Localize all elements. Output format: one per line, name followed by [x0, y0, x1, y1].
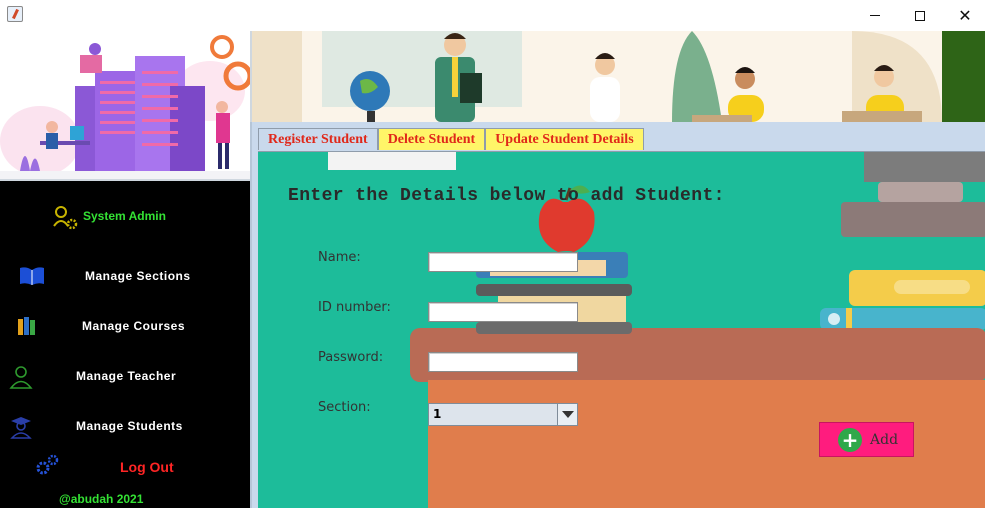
chevron-down-icon — [561, 411, 574, 418]
minimize-icon — [870, 15, 880, 16]
copyright-text: @abudah 2021 — [59, 492, 144, 506]
section-label: Section: — [318, 400, 371, 415]
student-icon — [10, 417, 32, 439]
tab-update-student-details[interactable]: Update Student Details — [485, 128, 644, 150]
book-icon — [20, 267, 44, 285]
teacher-icon — [9, 366, 33, 389]
minimize-button[interactable] — [852, 0, 898, 31]
add-button-label: Add — [870, 431, 899, 448]
maximize-icon — [915, 10, 925, 21]
sidebar-item-manage-students[interactable]: Manage Students — [76, 419, 183, 433]
title-bar: ✕ — [0, 0, 985, 31]
classroom-illustration — [252, 31, 985, 122]
close-button[interactable]: ✕ — [942, 0, 985, 31]
add-button[interactable]: + Add — [819, 422, 914, 457]
sidebar-item-manage-sections[interactable]: Manage Sections — [85, 269, 191, 283]
logout-button[interactable]: Log Out — [120, 459, 174, 475]
tab-register-student[interactable]: Register Student — [258, 128, 378, 150]
sidebar-illustration — [0, 31, 250, 181]
section-dropdown-button[interactable] — [557, 404, 577, 425]
tab-delete-student[interactable]: Delete Student — [377, 128, 486, 150]
name-label: Name: — [318, 250, 361, 265]
close-icon: ✕ — [958, 6, 972, 25]
system-admin-label: System Admin — [83, 209, 166, 223]
section-select[interactable]: 1 — [428, 403, 578, 426]
sidebar-item-manage-teacher[interactable]: Manage Teacher — [76, 369, 176, 383]
main-panel: Register Student Delete Student Update S… — [250, 122, 985, 508]
id-number-input[interactable] — [428, 302, 578, 322]
tab-strip: Register Student Delete Student Update S… — [258, 128, 644, 150]
sidebar: System Admin Manage Sections Manage Cour… — [0, 181, 250, 508]
id-number-label: ID number: — [318, 300, 391, 315]
register-student-panel: Enter the Details below to add Student: … — [258, 151, 985, 508]
java-app-icon — [7, 6, 23, 22]
maximize-button[interactable] — [897, 0, 943, 31]
data-center-illustration — [0, 35, 250, 179]
password-input[interactable] — [428, 352, 578, 372]
form-heading: Enter the Details below to add Student: — [288, 186, 725, 206]
section-select-value: 1 — [433, 407, 442, 421]
sidebar-item-manage-courses[interactable]: Manage Courses — [82, 319, 185, 333]
plus-icon: + — [838, 427, 862, 452]
admin-gear-icon — [53, 206, 78, 230]
password-label: Password: — [318, 350, 384, 365]
classroom-banner — [250, 31, 985, 122]
gears-icon[interactable] — [34, 453, 60, 477]
books-icon — [18, 317, 35, 335]
name-input[interactable] — [428, 252, 578, 272]
